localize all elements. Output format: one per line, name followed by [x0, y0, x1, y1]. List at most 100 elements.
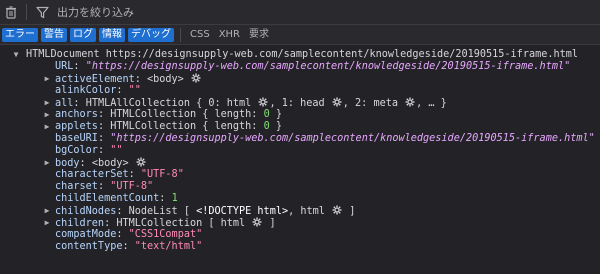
property-key: alinkColor	[55, 85, 117, 96]
property-row: bgColor: ""	[55, 145, 123, 157]
property-value: HTMLCollection [ html	[116, 218, 246, 229]
property-row[interactable]: ▶ applets: HTMLCollection { length: 0 }	[45, 121, 282, 133]
expand-arrow-icon[interactable]: ▶	[43, 217, 51, 229]
property-row: charset: "UTF-8"	[55, 181, 153, 193]
property-row[interactable]: ▶ body: <body>	[45, 157, 147, 169]
object-type: HTMLDocument	[26, 49, 100, 60]
property-row: contentType: "text/html"	[55, 241, 202, 253]
property-row[interactable]: ▶ all: HTMLAllCollection { 0: html , 1: …	[45, 97, 447, 109]
expand-arrow-icon[interactable]: ▶	[43, 157, 51, 169]
filter-divider	[180, 27, 181, 42]
property-value: HTMLCollection { length:	[110, 121, 264, 132]
inspect-node-icon[interactable]	[405, 97, 415, 107]
inspect-node-icon[interactable]	[258, 97, 268, 107]
property-sep: :	[97, 181, 111, 192]
property-sep: :	[122, 241, 135, 252]
property-row: alinkColor: ""	[55, 85, 141, 97]
inspect-node-icon[interactable]	[332, 97, 342, 107]
filter-info-button[interactable]: 情報	[99, 27, 125, 42]
filter-css-button[interactable]: CSS	[187, 28, 213, 42]
property-key: activeElement	[55, 74, 135, 85]
filter-debug-button[interactable]: デバッグ	[128, 27, 174, 42]
property-sep: :	[97, 133, 111, 144]
property-value: ""	[110, 145, 123, 156]
property-value-part: , html	[288, 206, 325, 217]
property-value-end: }	[269, 121, 282, 132]
console-output: ▼ HTMLDocument https://designsupply-web.…	[0, 46, 600, 274]
property-key: childElementCount	[55, 193, 160, 204]
property-row[interactable]: ▶ activeElement: <body>	[45, 73, 202, 85]
property-sep: :	[79, 158, 92, 169]
property-row: childElementCount: 1	[55, 193, 178, 205]
property-sep: :	[128, 169, 141, 180]
property-key: all	[55, 98, 74, 109]
property-key: bgColor	[55, 145, 98, 156]
property-key: body	[55, 158, 80, 169]
object-header-row[interactable]: ▼ HTMLDocument https://designsupply-web.…	[14, 49, 579, 61]
property-key: applets	[55, 121, 98, 132]
expand-arrow-icon[interactable]: ▶	[43, 73, 51, 85]
expand-arrow-icon[interactable]: ▶	[43, 205, 51, 217]
property-sep: :	[134, 74, 148, 85]
property-value: <body>	[91, 158, 129, 169]
filter-output-input[interactable]: 出力を絞り込み	[57, 4, 134, 20]
funnel-icon	[31, 0, 53, 24]
console-toolbar: 出力を絞り込み	[0, 0, 600, 25]
trash-icon[interactable]	[0, 0, 22, 24]
filter-requests-button[interactable]: 要求	[246, 28, 272, 42]
property-value: "text/html"	[134, 241, 203, 252]
property-key: baseURI	[55, 133, 98, 144]
expand-arrow-icon[interactable]: ▶	[43, 109, 51, 121]
property-key: compatMode	[55, 229, 117, 240]
property-key: anchors	[55, 109, 98, 120]
inspect-node-icon[interactable]	[252, 217, 262, 227]
inspect-node-icon[interactable]	[136, 157, 146, 167]
property-value: 1	[171, 193, 178, 204]
property-key: childNodes	[55, 206, 117, 217]
expand-arrow-icon[interactable]: ▶	[43, 97, 51, 109]
property-value: NodeList [	[128, 206, 197, 217]
property-sep: :	[97, 145, 111, 156]
filter-warnings-button[interactable]: 警告	[41, 27, 67, 42]
toolbar-divider	[26, 4, 27, 20]
log-level-filter-bar: エラー 警告 ログ 情報 デバッグ CSS XHR 要求	[0, 25, 600, 45]
property-value: ""	[128, 85, 141, 96]
filter-xhr-button[interactable]: XHR	[216, 28, 243, 42]
property-value: "https://designsupply-web.com/samplecont…	[85, 61, 571, 72]
property-value-end: ]	[263, 218, 276, 229]
property-sep: :	[104, 218, 117, 229]
collapse-arrow-icon[interactable]: ▼	[12, 49, 20, 61]
property-sep: :	[116, 229, 129, 240]
property-sep: :	[73, 98, 86, 109]
property-value: "UTF-8"	[110, 181, 154, 192]
filter-errors-button[interactable]: エラー	[2, 27, 38, 42]
property-sep: :	[116, 206, 129, 217]
property-value: HTMLCollection { length:	[110, 109, 264, 120]
property-sep: :	[97, 121, 111, 132]
property-value: "https://designsupply-web.com/samplecont…	[110, 133, 595, 144]
property-key: characterSet	[55, 169, 129, 180]
property-row: baseURI: "https://designsupply-web.com/s…	[55, 133, 595, 145]
expand-arrow-icon[interactable]: ▶	[43, 121, 51, 133]
property-sep: :	[73, 61, 86, 72]
property-row[interactable]: ▶ children: HTMLCollection [ html ]	[45, 217, 276, 229]
property-value: <body>	[147, 74, 184, 85]
property-sep: :	[97, 109, 111, 120]
property-key: contentType	[55, 241, 123, 252]
property-sep: :	[116, 85, 129, 96]
property-value-part: , 2: meta	[342, 98, 398, 109]
property-row[interactable]: ▶ childNodes: NodeList [ <!DOCTYPE html>…	[45, 205, 356, 217]
inspect-node-icon[interactable]	[332, 205, 342, 215]
filter-logs-button[interactable]: ログ	[70, 27, 96, 42]
property-key: children	[55, 218, 105, 229]
property-row: URL: "https://designsupply-web.com/sampl…	[55, 61, 570, 73]
property-value-end: ]	[343, 206, 356, 217]
property-value-part: , 1: head	[269, 98, 325, 109]
property-sep: :	[159, 193, 172, 204]
inspect-node-icon[interactable]	[191, 73, 201, 83]
property-value: HTMLAllCollection { 0: html	[85, 98, 252, 109]
property-key: charset	[55, 181, 98, 192]
property-row[interactable]: ▶ anchors: HTMLCollection { length: 0 }	[45, 109, 282, 121]
property-value-part: <!DOCTYPE html>	[196, 206, 289, 217]
object-url: https://designsupply-web.com/sampleconte…	[105, 49, 579, 60]
